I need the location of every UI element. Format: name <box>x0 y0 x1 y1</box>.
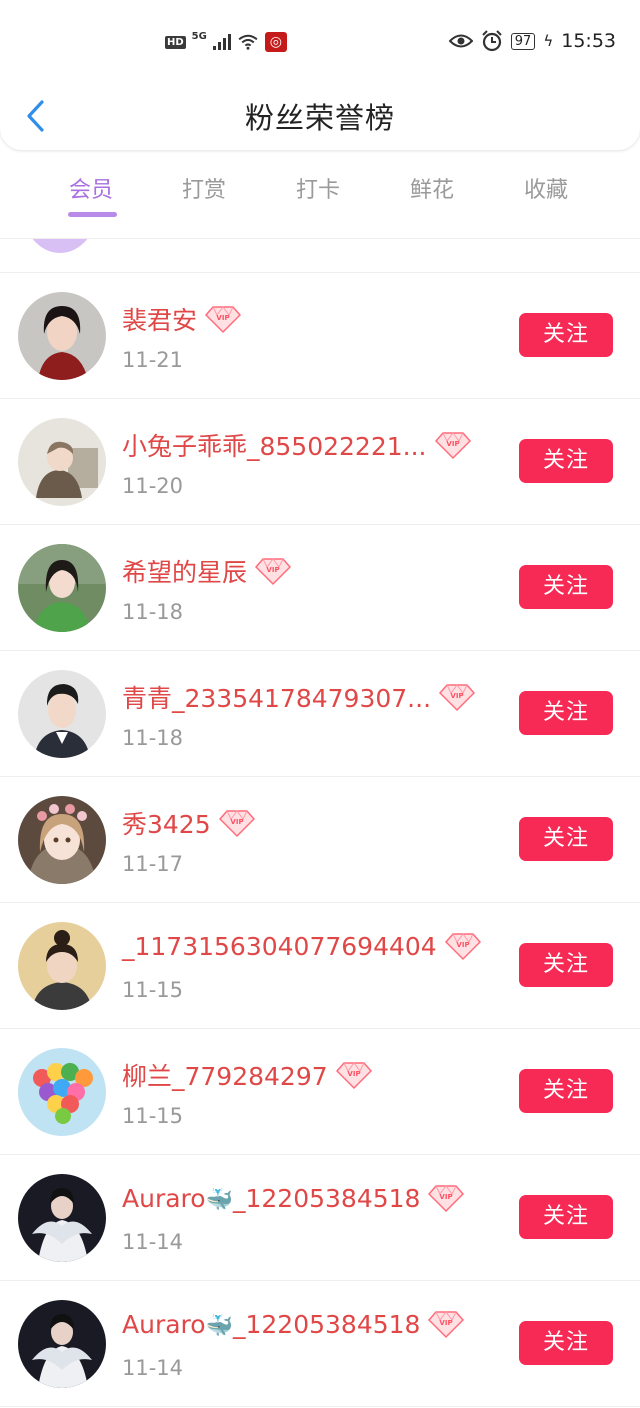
header: HD 5G ◎ 97 ϟ 15:53 粉丝荣誉榜 <box>0 0 640 150</box>
svg-text:VIP: VIP <box>216 314 229 322</box>
tab-checkin[interactable]: 打卡 <box>296 172 340 204</box>
member-date: 11-20 <box>122 474 184 498</box>
member-name: Auraro🐳_12205384518 <box>122 1309 421 1339</box>
list-item[interactable]: 青青_23354178479307... VIP 11-18 关注 <box>0 651 640 777</box>
eye-icon <box>448 34 473 48</box>
follow-button[interactable]: 关注 <box>519 691 613 735</box>
network-5g-label: 5G <box>191 30 207 42</box>
clock-time: 15:53 <box>561 30 616 52</box>
tab-favorites[interactable]: 收藏 <box>524 172 568 204</box>
vip-badge-icon: VIP <box>439 684 476 712</box>
tab-bar: 会员 打赏 打卡 鲜花 收藏 <box>0 150 640 239</box>
avatar <box>18 1048 106 1136</box>
tab-members[interactable]: 会员 <box>69 172 113 204</box>
follow-button[interactable]: 关注 <box>519 1195 613 1239</box>
avatar <box>18 544 106 632</box>
avatar <box>18 796 106 884</box>
member-name-line: 青青_23354178479307... VIP <box>122 679 476 715</box>
page-title: 粉丝荣誉榜 <box>244 101 395 135</box>
list-item[interactable]: Auraro🐳_12205384518 VIP 11-14 关注 <box>0 1155 640 1281</box>
member-date: 11-21 <box>122 348 184 372</box>
member-date: 11-15 <box>122 1104 184 1128</box>
list-item[interactable]: 希望的星辰 VIP 11-18 关注 <box>0 525 640 651</box>
svg-text:VIP: VIP <box>456 941 469 949</box>
member-list[interactable]: 裴君安 VIP 11-21 关注 小兔子乖乖_855022221... VIP … <box>0 239 640 1408</box>
member-date: 11-18 <box>122 600 184 624</box>
svg-text:VIP: VIP <box>230 818 243 826</box>
list-item[interactable]: 小兔子乖乖_855022221... VIP 11-20 关注 <box>0 399 640 525</box>
follow-button[interactable]: 关注 <box>519 1069 613 1113</box>
list-item[interactable]: 裴君安 VIP 11-21 关注 <box>0 273 640 399</box>
svg-text:VIP: VIP <box>266 566 279 574</box>
wifi-icon <box>238 34 258 50</box>
hd-icon: HD <box>165 35 186 49</box>
charging-icon: ϟ <box>543 32 554 50</box>
member-name-line: 裴君安 VIP <box>122 301 242 337</box>
active-tab-indicator <box>68 212 117 217</box>
member-name: 小兔子乖乖_855022221... <box>122 432 427 461</box>
vip-badge-icon: VIP <box>218 810 255 838</box>
whale-emoji-icon: 🐳 <box>205 1313 233 1339</box>
member-date: 11-18 <box>122 726 184 750</box>
member-name-line: 秀3425 VIP <box>122 805 255 841</box>
list-item[interactable]: 柳兰_779284297 VIP 11-15 关注 <box>0 1029 640 1155</box>
member-date: 11-17 <box>122 852 184 876</box>
member-name: 裴君安 <box>122 306 198 335</box>
member-name-line: Auraro🐳_12205384518 VIP <box>122 1183 465 1213</box>
vip-badge-icon: VIP <box>205 306 242 334</box>
member-name-line: Auraro🐳_12205384518 VIP <box>122 1309 465 1339</box>
tab-flowers[interactable]: 鲜花 <box>410 172 454 204</box>
svg-text:VIP: VIP <box>440 1193 453 1201</box>
member-name: 柳兰_779284297 <box>122 1062 328 1091</box>
follow-button[interactable]: 关注 <box>519 565 613 609</box>
vip-badge-icon: VIP <box>428 1185 465 1213</box>
whale-emoji-icon: 🐳 <box>205 1187 233 1213</box>
member-name: 青青_23354178479307... <box>122 684 432 713</box>
alarm-icon <box>482 30 502 52</box>
member-date: 11-14 <box>122 1230 184 1254</box>
battery-icon: 97 <box>510 32 536 50</box>
avatar <box>18 292 106 380</box>
vip-badge-icon: VIP <box>444 933 481 961</box>
tab-tips[interactable]: 打赏 <box>182 172 226 204</box>
avatar <box>18 418 106 506</box>
follow-button[interactable]: 关注 <box>519 313 613 357</box>
member-name: 秀3425 <box>122 810 211 839</box>
vip-badge-icon: VIP <box>428 1311 465 1339</box>
svg-text:VIP: VIP <box>347 1070 360 1078</box>
avatar <box>18 1174 106 1262</box>
member-name-line: _1173156304077694404 VIP <box>122 931 481 961</box>
avatar <box>18 670 106 758</box>
avatar <box>18 922 106 1010</box>
svg-text:VIP: VIP <box>450 692 463 700</box>
list-item[interactable]: 秀3425 VIP 11-17 关注 <box>0 777 640 903</box>
list-item[interactable]: Auraro🐳_12205384518 VIP 11-14 关注 <box>0 1281 640 1407</box>
vip-badge-icon: VIP <box>335 1062 372 1090</box>
app-notification-icon: ◎ <box>264 32 287 52</box>
member-name-line: 柳兰_779284297 VIP <box>122 1057 372 1093</box>
list-item-partial[interactable] <box>0 239 640 273</box>
member-name: Auraro🐳_12205384518 <box>122 1183 421 1213</box>
member-name: 希望的星辰 <box>122 558 248 587</box>
status-right: 97 ϟ 15:53 <box>448 30 616 52</box>
member-name-line: 希望的星辰 VIP <box>122 553 292 589</box>
follow-button[interactable]: 关注 <box>519 1321 613 1365</box>
signal-icon <box>212 34 231 50</box>
avatar <box>18 1300 106 1388</box>
list-item[interactable]: _1173156304077694404 VIP 11-15 关注 <box>0 903 640 1029</box>
member-date: 11-14 <box>122 1356 184 1380</box>
avatar <box>22 239 98 253</box>
follow-button[interactable]: 关注 <box>519 439 613 483</box>
svg-text:VIP: VIP <box>446 440 459 448</box>
member-name-line: 小兔子乖乖_855022221... VIP <box>122 427 471 463</box>
vip-badge-icon: VIP <box>255 558 292 586</box>
status-bar: HD 5G ◎ 97 ϟ 15:53 <box>0 24 640 64</box>
status-left: HD 5G ◎ <box>165 30 287 52</box>
member-name: _1173156304077694404 <box>122 931 437 961</box>
member-date: 11-15 <box>122 978 184 1002</box>
follow-button[interactable]: 关注 <box>519 943 613 987</box>
vip-badge-icon: VIP <box>434 432 471 460</box>
follow-button[interactable]: 关注 <box>519 817 613 861</box>
svg-text:VIP: VIP <box>440 1319 453 1327</box>
